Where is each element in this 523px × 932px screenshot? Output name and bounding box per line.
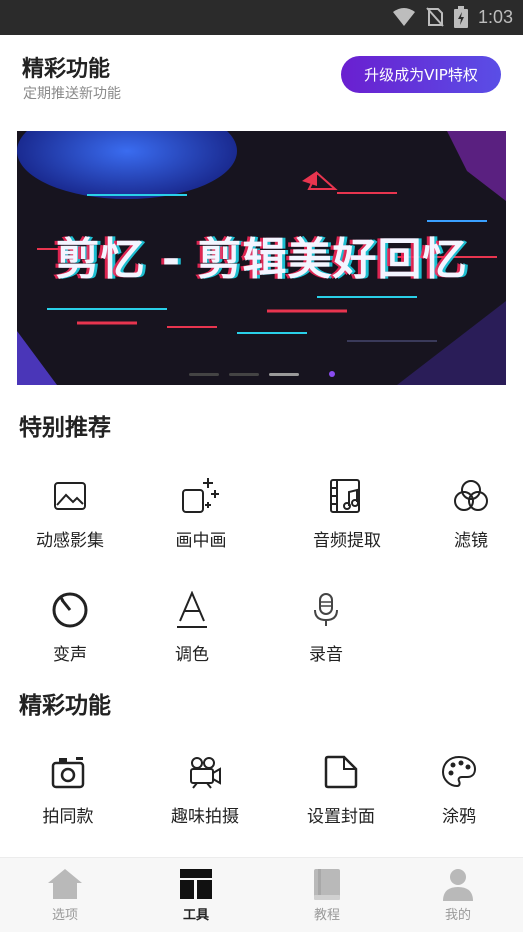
- tool-doodle[interactable]: 涂鸦: [404, 750, 514, 840]
- nav-label: 教程: [313, 908, 340, 923]
- tool-label: 音频提取: [313, 531, 381, 551]
- tool-label: 设置封面: [307, 807, 375, 827]
- tool-label: 画中画: [175, 531, 227, 551]
- upgrade-vip-button[interactable]: 升级成为VIP特权: [341, 56, 501, 93]
- nav-label: 我的: [444, 908, 471, 923]
- promo-banner[interactable]: 剪忆 - 剪辑美好回忆: [17, 131, 506, 385]
- banner-title: 剪忆 - 剪辑美好回忆: [55, 234, 468, 285]
- book-icon: [314, 869, 340, 900]
- tool-color-adjust[interactable]: 调色: [137, 588, 247, 678]
- page-title: 精彩功能: [22, 57, 111, 82]
- banner-pagination: [17, 371, 506, 377]
- tool-photo-album[interactable]: 动感影集: [15, 474, 125, 564]
- nav-item-options[interactable]: 选项: [20, 858, 110, 932]
- nav-item-mine[interactable]: 我的: [413, 858, 503, 932]
- tool-picture-in-picture[interactable]: 画中画: [146, 474, 256, 564]
- palette-icon: [441, 755, 477, 788]
- tool-label: 录音: [309, 645, 343, 665]
- pagination-indicator: [328, 371, 335, 377]
- audio-extract-icon: [330, 479, 360, 513]
- color-adjust-icon: [177, 591, 207, 628]
- nav-label: 工具: [182, 908, 209, 923]
- filter-icon: [454, 480, 488, 511]
- pagination-dot[interactable]: [228, 372, 259, 376]
- cover-icon: [324, 755, 358, 789]
- pagination-dot[interactable]: [188, 372, 219, 376]
- bottom-nav: 选项 工具 教程 我的: [0, 857, 523, 932]
- section-title-featured: 精彩功能: [19, 693, 111, 719]
- tool-fun-shoot[interactable]: 趣味拍摄: [150, 750, 260, 840]
- tool-label: 趣味拍摄: [171, 807, 239, 827]
- profile-icon: [443, 869, 473, 901]
- wifi-icon: [392, 8, 415, 26]
- photo-album-icon: [54, 482, 86, 510]
- tool-label: 涂鸦: [442, 807, 476, 827]
- tool-voice-change[interactable]: 变声: [15, 588, 125, 678]
- no-sim-icon: [426, 7, 444, 27]
- page-subtitle: 定期推送新功能: [23, 86, 121, 102]
- tool-set-cover[interactable]: 设置封面: [286, 750, 396, 840]
- microphone-icon: [314, 593, 338, 626]
- tool-label: 变声: [53, 645, 87, 665]
- movie-camera-icon: [190, 757, 221, 789]
- tool-record[interactable]: 录音: [271, 588, 381, 678]
- camera-icon: [51, 757, 85, 789]
- nav-item-tools[interactable]: 工具: [151, 858, 241, 932]
- tool-same-style[interactable]: 拍同款: [13, 750, 123, 840]
- tool-audio-extract[interactable]: 音频提取: [292, 474, 402, 564]
- status-time: 1:03: [477, 6, 513, 27]
- pagination-dot-active[interactable]: [268, 372, 299, 376]
- tool-label: 调色: [175, 645, 209, 665]
- page-header: 精彩功能 定期推送新功能 升级成为VIP特权: [0, 35, 523, 115]
- home-icon: [48, 869, 82, 899]
- tool-label: 滤镜: [454, 531, 488, 551]
- status-bar: 1:03: [0, 0, 523, 35]
- nav-item-tutorial[interactable]: 教程: [282, 858, 372, 932]
- status-icons: 1:03: [392, 6, 513, 28]
- battery-icon: [453, 6, 468, 28]
- nav-label: 选项: [51, 908, 78, 923]
- section-title-special: 特别推荐: [19, 415, 111, 441]
- picture-in-picture-icon: [182, 478, 219, 513]
- tools-icon: [180, 869, 212, 899]
- tool-label: 拍同款: [42, 807, 94, 827]
- tool-filter[interactable]: 滤镜: [416, 474, 523, 564]
- tool-label: 动感影集: [36, 531, 104, 551]
- voice-change-icon: [52, 592, 88, 628]
